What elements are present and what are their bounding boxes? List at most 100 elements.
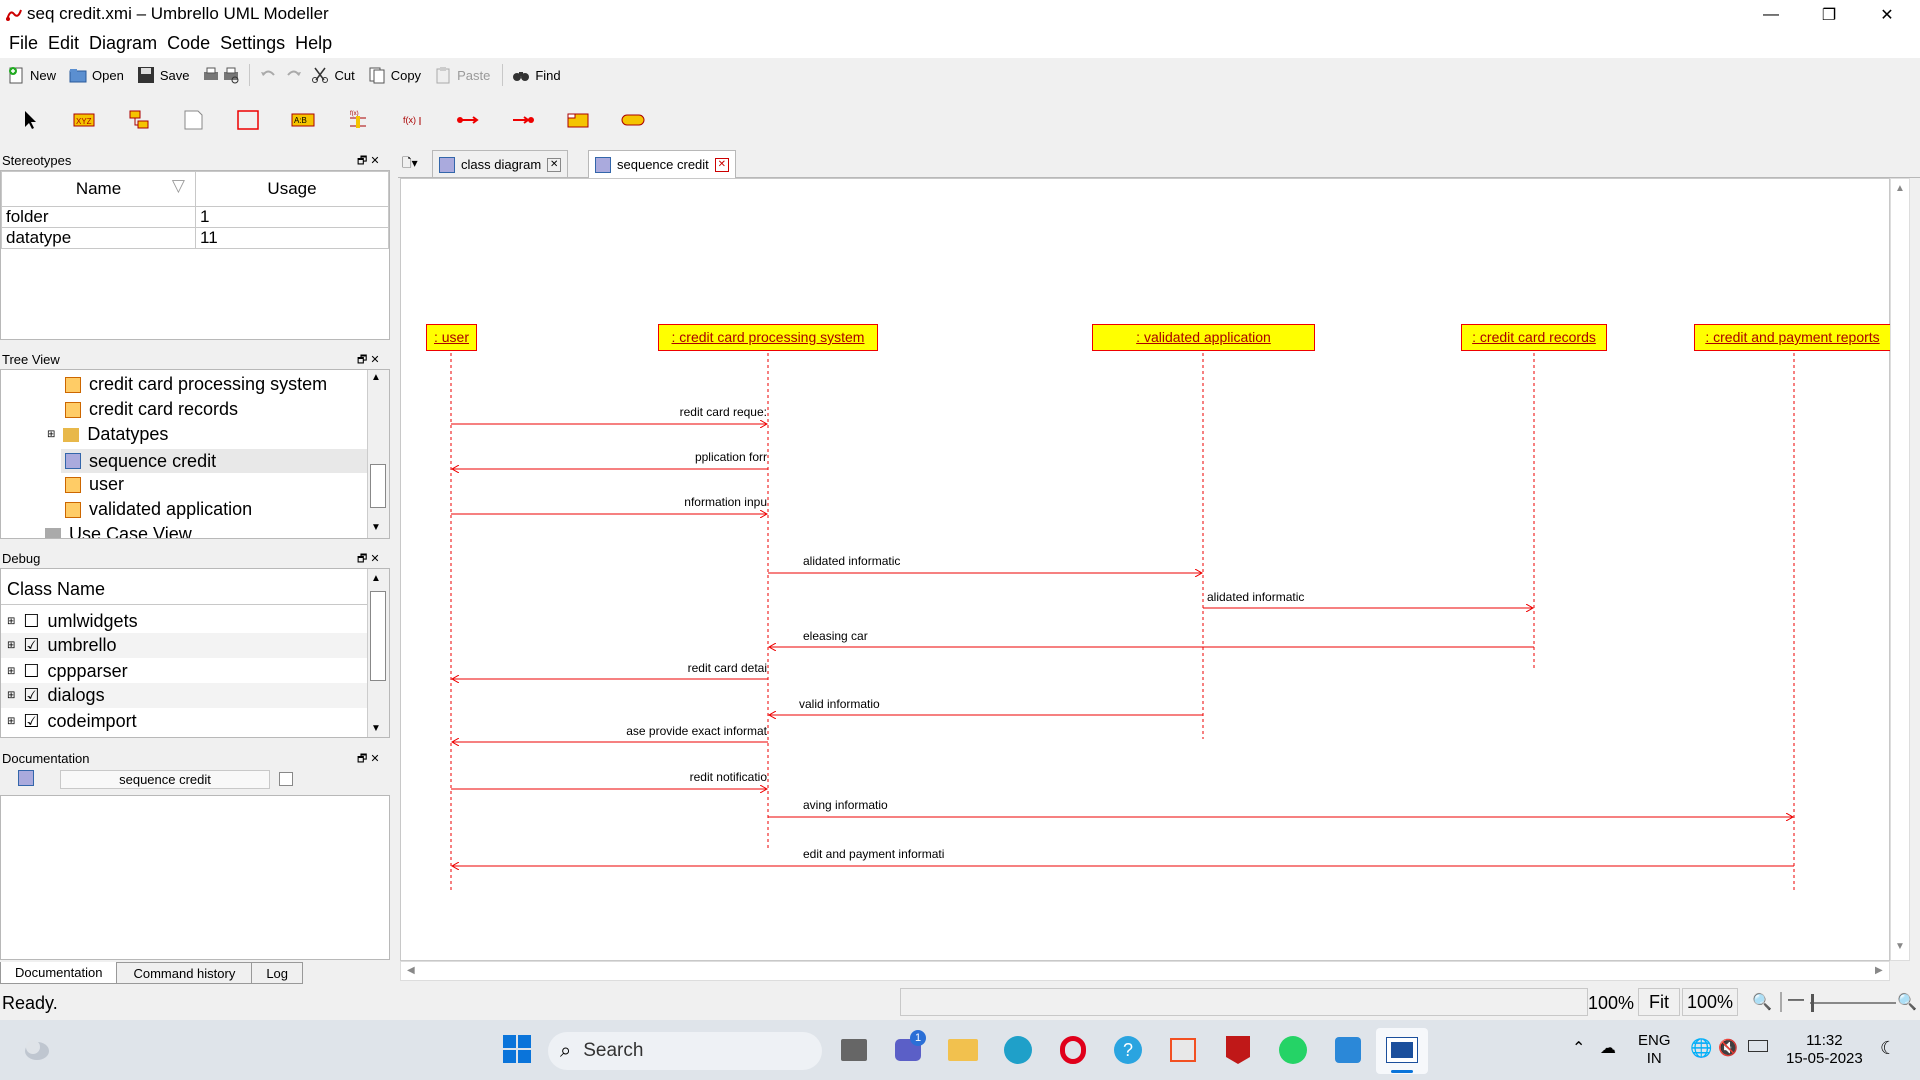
- cut-button[interactable]: Cut: [310, 66, 355, 84]
- language-indicator[interactable]: ENG IN: [1638, 1032, 1671, 1068]
- scroll-left-icon[interactable]: ◀: [407, 965, 415, 976]
- clock[interactable]: 11:32 15-05-2023: [1786, 1032, 1863, 1068]
- debug-scrollbar[interactable]: ▲ ▼: [367, 569, 389, 737]
- canvas-horizontal-scrollbar[interactable]: ◀ ▶: [400, 961, 1890, 981]
- new-button[interactable]: New: [6, 66, 56, 84]
- expand-icon[interactable]: ⊞: [47, 429, 55, 440]
- scroll-down-icon[interactable]: ▼: [371, 522, 381, 533]
- paint-app-icon[interactable]: [1332, 1034, 1364, 1066]
- volume-muted-icon[interactable]: 🔇: [1718, 1038, 1738, 1058]
- battery-icon[interactable]: [1748, 1040, 1768, 1052]
- object-validated-application[interactable]: : validated application: [1092, 324, 1315, 351]
- undo-icon[interactable]: [258, 66, 278, 84]
- box-icon[interactable]: [235, 108, 261, 132]
- print-icon[interactable]: [201, 66, 221, 84]
- object-credit-card-processing-system[interactable]: : credit card processing system: [658, 324, 878, 351]
- zoom-slider-track[interactable]: [1810, 1002, 1896, 1004]
- scroll-up-icon[interactable]: ▲: [371, 372, 381, 383]
- tree-item[interactable]: user: [65, 474, 124, 495]
- do-not-disturb-moon-icon[interactable]: ☾: [1880, 1038, 1896, 1059]
- zoom-minus-icon[interactable]: —: [1788, 991, 1804, 1009]
- note-icon[interactable]: [180, 108, 206, 132]
- precondition-icon[interactable]: [620, 108, 646, 132]
- column-header-name[interactable]: Name ▽: [1, 171, 196, 207]
- combined-fragment-icon[interactable]: [565, 108, 591, 132]
- scroll-right-icon[interactable]: ▶: [1875, 965, 1883, 976]
- documentation-textarea[interactable]: [0, 795, 390, 960]
- scroll-up-icon[interactable]: ▲: [371, 573, 381, 584]
- scroll-down-icon[interactable]: ▼: [371, 723, 381, 734]
- windows-start-icon[interactable]: [502, 1034, 532, 1064]
- message-icon[interactable]: [126, 108, 152, 132]
- expand-icon[interactable]: ⊞: [7, 716, 15, 727]
- tree-item[interactable]: credit card records: [65, 399, 238, 420]
- help-icon[interactable]: ?: [1112, 1034, 1144, 1066]
- tree-item[interactable]: ⊞ Datatypes: [47, 424, 168, 445]
- debug-item[interactable]: ⊞ ☑ umbrello: [1, 633, 367, 658]
- found-message-icon[interactable]: [455, 108, 481, 132]
- debug-item[interactable]: ⊞ ☐ cppparser: [7, 661, 128, 682]
- canvas-vertical-scrollbar[interactable]: ▲ ▼: [1890, 178, 1910, 961]
- dock-float-close-icon[interactable]: 🗗 ✕: [357, 351, 385, 367]
- scroll-thumb[interactable]: [370, 591, 386, 681]
- checkbox[interactable]: ☑: [23, 711, 39, 732]
- tree-scrollbar[interactable]: ▲ ▼: [367, 370, 389, 538]
- find-button[interactable]: Find: [511, 66, 561, 84]
- tree-item[interactable]: Use Case View: [45, 524, 192, 538]
- redo-icon[interactable]: [284, 66, 304, 84]
- menu-edit[interactable]: Edit: [43, 33, 84, 54]
- fit-button[interactable]: Fit: [1638, 988, 1680, 1016]
- checkbox[interactable]: ☐: [23, 611, 39, 632]
- umbrello-taskbar-icon[interactable]: [1386, 1034, 1418, 1066]
- zoom-slider-handle[interactable]: [1811, 994, 1814, 1012]
- open-button[interactable]: Open: [68, 66, 124, 84]
- column-header-usage[interactable]: Usage: [195, 171, 389, 207]
- microsoft-store-icon[interactable]: [1167, 1034, 1199, 1066]
- async-message-icon[interactable]: f(x): [400, 108, 426, 132]
- sync-message-icon[interactable]: f(x): [345, 108, 371, 132]
- expand-icon[interactable]: ⊞: [7, 616, 15, 627]
- debug-item[interactable]: ⊞ ☑ codeimport: [7, 711, 137, 732]
- text-icon[interactable]: A:B: [290, 108, 316, 132]
- menu-diagram[interactable]: Diagram: [84, 33, 162, 54]
- close-tab-icon[interactable]: ✕: [714, 157, 729, 172]
- tab-class-diagram[interactable]: class diagram ✕: [432, 150, 569, 178]
- table-row[interactable]: datatype 11: [1, 227, 389, 249]
- tree-item-selected[interactable]: sequence credit: [61, 449, 367, 473]
- dock-float-close-icon[interactable]: 🗗 ✕: [357, 550, 385, 566]
- close-tab-icon[interactable]: ✕: [547, 157, 562, 172]
- dock-float-close-icon[interactable]: 🗗 ✕: [357, 750, 385, 766]
- scroll-up-icon[interactable]: ▲: [1895, 183, 1905, 194]
- opera-browser-icon[interactable]: [1057, 1034, 1089, 1066]
- copy-button[interactable]: Copy: [367, 66, 421, 84]
- menu-settings[interactable]: Settings: [215, 33, 290, 54]
- close-button[interactable]: ✕: [1864, 0, 1910, 29]
- restore-button[interactable]: ❐: [1806, 0, 1852, 29]
- onedrive-icon[interactable]: ☁: [1600, 1038, 1616, 1058]
- doc-name-field[interactable]: sequence credit: [60, 770, 270, 789]
- paste-button[interactable]: Paste: [433, 66, 490, 84]
- tab-log[interactable]: Log: [252, 962, 304, 984]
- whatsapp-icon[interactable]: [1277, 1034, 1309, 1066]
- scroll-down-icon[interactable]: ▼: [1895, 941, 1905, 952]
- save-button[interactable]: Save: [136, 66, 189, 84]
- weather-cloud-icon[interactable]: [22, 1036, 52, 1062]
- object-icon[interactable]: XYZ: [71, 108, 97, 132]
- tab-command-history[interactable]: Command history: [117, 962, 253, 984]
- checkbox[interactable]: ☑: [23, 685, 39, 706]
- object-user[interactable]: : user: [426, 324, 477, 351]
- menu-help[interactable]: Help: [290, 33, 337, 54]
- diagram-canvas[interactable]: : user : credit card processing system :…: [400, 178, 1891, 961]
- zoom-out-icon[interactable]: 🔍: [1752, 992, 1772, 1012]
- debug-item[interactable]: ⊞ ☑ dialogs: [1, 683, 367, 708]
- edge-browser-icon[interactable]: [1002, 1034, 1034, 1066]
- doc-checkbox[interactable]: [279, 772, 293, 786]
- expand-icon[interactable]: ⊞: [7, 640, 15, 651]
- chevron-up-icon[interactable]: ⌃: [1572, 1038, 1585, 1058]
- file-explorer-icon[interactable]: [947, 1034, 979, 1066]
- zoom-100-button[interactable]: 100%: [1682, 988, 1738, 1016]
- select-arrow-icon[interactable]: [17, 108, 43, 132]
- menu-code[interactable]: Code: [162, 33, 215, 54]
- minimize-button[interactable]: —: [1748, 0, 1794, 29]
- object-credit-and-payment-reports[interactable]: : credit and payment reports: [1694, 324, 1891, 351]
